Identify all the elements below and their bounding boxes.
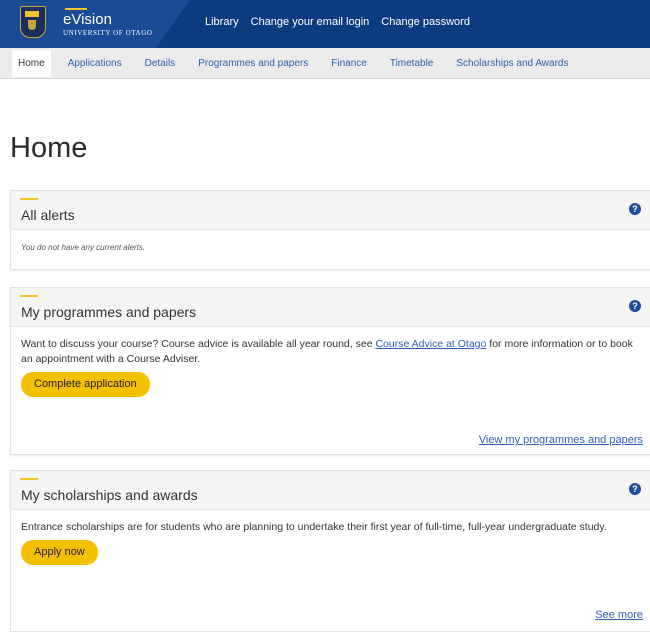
tab-scholarships-and-awards[interactable]: Scholarships and Awards xyxy=(450,50,574,77)
tab-programmes-and-papers[interactable]: Programmes and papers xyxy=(192,50,314,77)
library-link[interactable]: Library xyxy=(205,16,239,28)
alerts-body: You do not have any current alerts. xyxy=(11,230,650,265)
see-more-link[interactable]: See more xyxy=(595,609,643,621)
change-email-link[interactable]: Change your email login xyxy=(251,16,370,28)
page-title: Home xyxy=(10,132,88,164)
scholarships-panel-header: My scholarships and awards ? xyxy=(11,471,650,510)
programmes-body: Want to discuss your course? Course advi… xyxy=(11,327,650,407)
tab-details[interactable]: Details xyxy=(139,50,182,77)
programmes-title: My programmes and papers xyxy=(21,304,197,320)
help-icon[interactable]: ? xyxy=(629,483,641,495)
brand-logo[interactable]: eVision UNIVERSITY OF OTAGO xyxy=(63,8,153,37)
scholarships-title: My scholarships and awards xyxy=(21,487,198,503)
panel-accent-bar xyxy=(20,478,38,480)
brand-accent xyxy=(65,8,87,10)
apply-now-button[interactable]: Apply now xyxy=(21,540,98,565)
brand-subtitle: UNIVERSITY OF OTAGO xyxy=(63,29,153,37)
university-crest-icon[interactable] xyxy=(20,6,46,38)
programmes-description: Want to discuss your course? Course advi… xyxy=(21,337,640,367)
scholarships-panel: My scholarships and awards ? Entrance sc… xyxy=(10,470,650,632)
view-programmes-link[interactable]: View my programmes and papers xyxy=(479,434,643,446)
header-links: Library Change your email login Change p… xyxy=(205,16,482,28)
programmes-panel: My programmes and papers ? Want to discu… xyxy=(10,287,650,455)
help-icon[interactable]: ? xyxy=(629,203,641,215)
scholarships-body: Entrance scholarships are for students w… xyxy=(11,510,650,575)
scholarships-description: Entrance scholarships are for students w… xyxy=(21,521,607,533)
tab-timetable[interactable]: Timetable xyxy=(384,50,440,77)
alerts-panel: All alerts ? You do not have any current… xyxy=(10,190,650,270)
panel-accent-bar xyxy=(20,198,38,200)
panel-accent-bar xyxy=(20,295,38,297)
main-nav: Home Applications Details Programmes and… xyxy=(0,48,650,79)
tab-home[interactable]: Home xyxy=(12,49,51,77)
programmes-panel-header: My programmes and papers ? xyxy=(11,288,650,327)
alerts-panel-header: All alerts ? xyxy=(11,191,650,230)
change-password-link[interactable]: Change password xyxy=(381,16,470,28)
alerts-title: All alerts xyxy=(21,207,75,223)
programmes-text-before: Want to discuss your course? Course advi… xyxy=(21,338,376,350)
top-header: eVision UNIVERSITY OF OTAGO Library Chan… xyxy=(0,0,650,48)
help-icon[interactable]: ? xyxy=(629,300,641,312)
tab-finance[interactable]: Finance xyxy=(325,50,373,77)
course-advice-link[interactable]: Course Advice at Otago xyxy=(375,338,486,350)
tab-applications[interactable]: Applications xyxy=(62,50,128,77)
brand-name: eVision xyxy=(63,11,112,28)
alerts-empty-message: You do not have any current alerts. xyxy=(21,243,146,252)
complete-application-button[interactable]: Complete application xyxy=(21,372,150,397)
